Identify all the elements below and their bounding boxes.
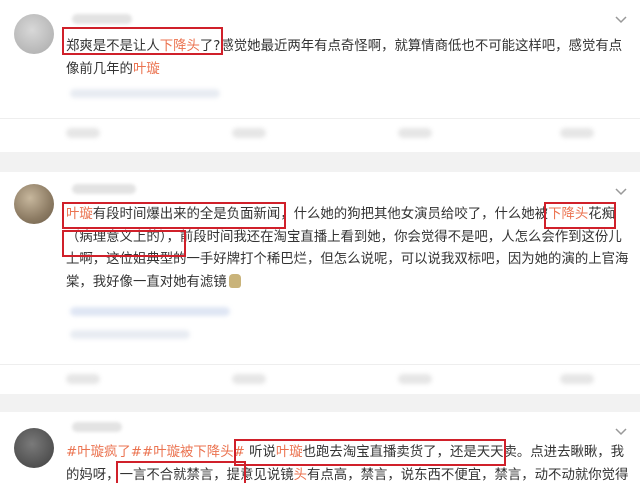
- comment-text-part: 听说: [249, 445, 276, 460]
- action-bar: [0, 368, 640, 392]
- avatar[interactable]: [14, 14, 54, 54]
- chevron-down-icon[interactable]: [614, 186, 628, 196]
- tag-part: 叶璇: [153, 445, 181, 460]
- repost-action[interactable]: [398, 128, 432, 138]
- user-name-blurred[interactable]: [72, 184, 136, 194]
- highlight-keyword: 头: [293, 467, 308, 483]
- like-action[interactable]: [560, 374, 594, 384]
- avatar[interactable]: [14, 184, 54, 224]
- bear-emoji-icon: [228, 273, 241, 288]
- comment-text-part: ，什么她的狗把其他女演员给咬了，什么她被: [280, 207, 549, 222]
- blurred-meta-line: [70, 330, 190, 339]
- comment-action[interactable]: [232, 128, 266, 138]
- section-gap: [0, 152, 640, 172]
- like-action[interactable]: [560, 128, 594, 138]
- comment-text-part: 花痴: [588, 207, 616, 222]
- comment-text-part: 有点高，禁言，说东西不便宜，禁言，动不动就你觉得: [307, 467, 629, 483]
- blurred-meta-line: [70, 89, 220, 98]
- chevron-down-icon[interactable]: [614, 14, 628, 24]
- comment-text-part: 了?: [199, 39, 221, 54]
- user-name-blurred[interactable]: [72, 14, 132, 24]
- comment-card-1: 郑爽是不是让人下降头了?感觉她最近两年有点奇怪啊，就算情商低也不可能这样吧，感觉…: [0, 0, 640, 152]
- highlight-keyword: 叶璇: [132, 61, 160, 77]
- comment-text: 郑爽是不是让人下降头了?感觉她最近两年有点奇怪啊，就算情商低也不可能这样吧，感觉…: [66, 36, 632, 81]
- divider: [0, 364, 640, 365]
- action-bar: [0, 122, 640, 146]
- topic-tag[interactable]: #叶璇被下降头#: [142, 445, 245, 460]
- comment-text-part: 有段时间爆出来的全是负面新闻: [92, 207, 281, 222]
- section-gap: [0, 394, 640, 412]
- highlight-keyword: 叶璇: [66, 207, 93, 222]
- comment-text-part: 一言不合就禁言: [119, 467, 214, 483]
- share-action[interactable]: [66, 128, 100, 138]
- repost-action[interactable]: [398, 374, 432, 384]
- highlight-keyword: 叶璇: [275, 445, 303, 460]
- comment-action[interactable]: [232, 374, 266, 384]
- comment-text-part: ，提意见说镜: [213, 467, 294, 483]
- comment-text-part: 也跑去淘宝直播卖货了，还是天天卖: [302, 445, 517, 460]
- divider: [0, 118, 640, 119]
- chevron-down-icon[interactable]: [614, 426, 628, 436]
- topic-tag[interactable]: #叶璇疯了#: [66, 445, 142, 460]
- tag-part: 被下降头#: [180, 445, 245, 460]
- comment-text-part: 郑爽是不是让人: [66, 39, 160, 54]
- comment-text-part: （病理意义上的）: [66, 229, 167, 245]
- comment-card-2: 叶璇有段时间爆出来的全是负面新闻，什么她的狗把其他女演员给咬了，什么她被下降头花…: [0, 172, 640, 394]
- share-action[interactable]: [66, 374, 100, 384]
- avatar[interactable]: [14, 428, 54, 468]
- comment-card-3: #叶璇疯了##叶璇被下降头# 听说叶璇也跑去淘宝直播卖货了，还是天天卖。点进去瞅…: [0, 412, 640, 483]
- comment-text: #叶璇疯了##叶璇被下降头# 听说叶璇也跑去淘宝直播卖货了，还是天天卖。点进去瞅…: [66, 442, 632, 483]
- comment-text: 叶璇有段时间爆出来的全是负面新闻，什么她的狗把其他女演员给咬了，什么她被下降头花…: [66, 204, 632, 294]
- blurred-link-line: [70, 307, 230, 316]
- user-name-blurred[interactable]: [72, 422, 122, 432]
- highlight-keyword: 下降头: [159, 39, 200, 54]
- tag-part: #: [142, 445, 154, 460]
- highlight-keyword: 下降头: [548, 207, 589, 222]
